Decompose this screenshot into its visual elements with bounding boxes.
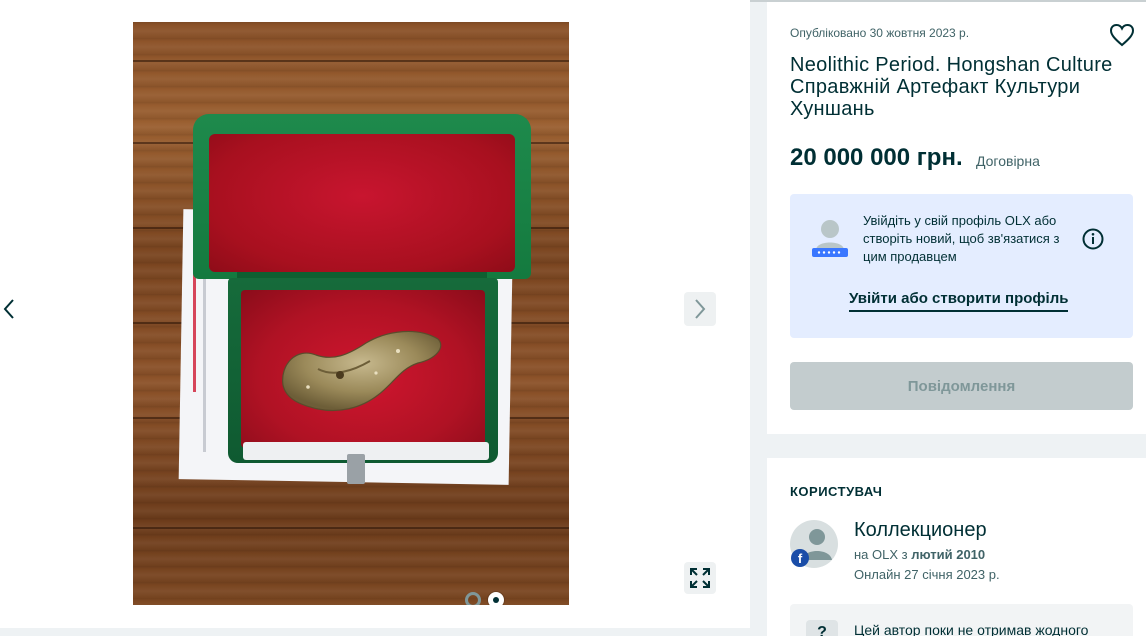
published-date: Опубліковано 30 жовтня 2023 р.	[790, 26, 970, 40]
carousel-dot-2-active[interactable]	[488, 592, 504, 605]
user-login-illustration-icon	[812, 220, 848, 257]
chevron-left-icon	[3, 299, 14, 319]
prev-image-button[interactable]	[0, 292, 18, 326]
white-cloth	[243, 442, 489, 460]
rating-text: Цей автор поки не отримав жодного	[854, 622, 1089, 636]
rating-box: ? Цей автор поки не отримав жодного	[790, 604, 1133, 636]
wood-plank-seam	[133, 527, 569, 529]
listing-title: Neolithic Period. Hongshan Culture Справ…	[790, 54, 1113, 120]
heart-icon[interactable]	[1109, 22, 1135, 48]
box-clasp	[347, 454, 365, 484]
member-since-date: лютий 2010	[911, 547, 986, 562]
wood-plank-seam	[133, 60, 569, 62]
jade-artifact	[282, 330, 442, 412]
member-since: на OLX з лютий 2010	[854, 547, 985, 562]
seller-card: КОРИСТУВАЧ f Коллекционер на OLX з лютий…	[767, 458, 1146, 636]
rating-question-icon: ?	[806, 620, 838, 636]
chevron-right-icon	[695, 299, 706, 319]
seller-heading: КОРИСТУВАЧ	[790, 484, 883, 499]
listing-photo[interactable]	[133, 22, 569, 605]
expand-icon	[690, 568, 710, 588]
listing-info-card: Опубліковано 30 жовтня 2023 р. Neolithic…	[767, 2, 1146, 434]
image-gallery	[0, 0, 750, 628]
login-prompt-text: Увійдіть у свій профіль OLX або створіть…	[863, 213, 1060, 264]
member-since-prefix: на OLX з	[854, 547, 912, 562]
last-online: Онлайн 27 січня 2023 р.	[854, 567, 1000, 582]
avatar[interactable]: f	[790, 520, 838, 568]
paper-red-pen	[193, 262, 196, 392]
fullscreen-button[interactable]	[684, 562, 716, 594]
message-button[interactable]: Повідомлення	[790, 362, 1133, 410]
box-lid-lining	[209, 134, 515, 272]
carousel-dot-1[interactable]	[465, 592, 481, 605]
login-prompt-box: Увійдіть у свій профіль OLX або створіть…	[790, 194, 1133, 338]
info-icon[interactable]	[1082, 228, 1104, 250]
seller-name[interactable]: Коллекционер	[854, 519, 987, 542]
login-or-register-link[interactable]: Увійти або створити профіль	[849, 290, 1069, 312]
next-image-button[interactable]	[684, 292, 716, 326]
svg-text:f: f	[798, 551, 803, 566]
price-negotiable-label: Договірна	[976, 153, 1040, 169]
listing-price: 20 000 000 грн.	[790, 144, 963, 171]
carousel-indicators	[465, 592, 505, 605]
